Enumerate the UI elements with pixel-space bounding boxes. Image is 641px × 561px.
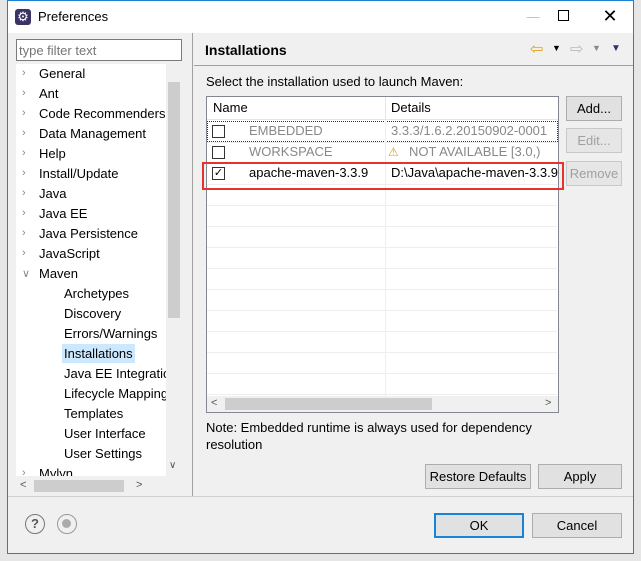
page-title: Installations xyxy=(205,42,287,58)
tree-item[interactable]: Discovery xyxy=(64,304,121,324)
tree-item[interactable]: User Interface xyxy=(64,424,146,444)
grid-line xyxy=(207,226,557,227)
grid-line xyxy=(207,268,557,269)
row-checkbox[interactable] xyxy=(212,125,225,138)
forward-arrow-icon[interactable]: ⇨ xyxy=(570,39,583,59)
tree-item[interactable]: User Settings xyxy=(64,444,142,464)
column-header-details[interactable]: Details xyxy=(391,98,431,118)
filter-input[interactable] xyxy=(16,39,182,61)
scroll-left-icon[interactable]: < xyxy=(20,479,26,491)
view-menu-icon[interactable]: ▼ xyxy=(611,43,621,54)
grid-line xyxy=(207,205,557,206)
tree-item[interactable]: Data Management xyxy=(39,124,146,144)
tree-item[interactable]: Help xyxy=(39,144,66,164)
add-button[interactable]: Add... xyxy=(566,96,622,121)
scroll-thumb[interactable] xyxy=(225,398,432,410)
grid-line xyxy=(207,289,557,290)
window-title: Preferences xyxy=(38,9,109,24)
scroll-thumb[interactable] xyxy=(34,480,124,492)
scroll-right-icon[interactable]: > xyxy=(545,397,551,409)
column-header-name[interactable]: Name xyxy=(213,98,248,118)
installations-table: Name Details EMBEDDED 3.3.3/1.6.2.2015090… xyxy=(206,96,559,413)
forward-menu-chevron-icon[interactable]: ▼ xyxy=(592,43,601,53)
tree-item[interactable]: Ant xyxy=(39,84,59,104)
grid-line xyxy=(207,373,557,374)
footer-divider xyxy=(8,496,633,497)
collapsed-chevron-icon[interactable]: › xyxy=(22,247,26,259)
collapsed-chevron-icon[interactable]: › xyxy=(22,67,26,79)
collapsed-chevron-icon[interactable]: › xyxy=(22,187,26,199)
table-row[interactable]: EMBEDDED 3.3.3/1.6.2.20150902-0001 xyxy=(207,121,558,142)
title-bar: ⚙ Preferences — ✕ xyxy=(8,1,633,33)
grid-line xyxy=(207,352,557,353)
panel-divider[interactable] xyxy=(192,33,193,496)
collapsed-chevron-icon[interactable]: › xyxy=(22,227,26,239)
tree-item[interactable]: Mylyn xyxy=(39,464,73,476)
maximize-button[interactable] xyxy=(558,10,569,21)
tree-horizontal-scrollbar[interactable]: < > xyxy=(16,478,182,494)
grid-line xyxy=(207,142,557,143)
warning-icon: ⚠ xyxy=(388,145,399,159)
installation-details: NOT AVAILABLE [3.0,) xyxy=(409,144,541,159)
tree-item[interactable]: Lifecycle Mapping xyxy=(64,384,168,404)
grid-line xyxy=(207,247,557,248)
collapsed-chevron-icon[interactable]: › xyxy=(22,107,26,119)
collapsed-chevron-icon[interactable]: › xyxy=(22,147,26,159)
minimize-button[interactable]: — xyxy=(518,5,548,29)
cancel-button[interactable]: Cancel xyxy=(532,513,622,538)
tree-item[interactable]: Templates xyxy=(64,404,123,424)
tree-vertical-scrollbar[interactable]: ∨ xyxy=(166,64,182,476)
table-horizontal-scrollbar[interactable]: < > xyxy=(207,396,558,412)
collapsed-chevron-icon[interactable]: › xyxy=(22,127,26,139)
grid-line xyxy=(207,310,557,311)
tree-item[interactable]: Java EE xyxy=(39,204,87,224)
expanded-chevron-icon[interactable]: ∨ xyxy=(22,267,30,280)
restore-defaults-button[interactable]: Restore Defaults xyxy=(425,464,531,489)
note-text: Note: Embedded runtime is always used fo… xyxy=(206,420,532,452)
edit-button[interactable]: Edit... xyxy=(566,128,622,153)
scroll-left-icon[interactable]: < xyxy=(211,397,217,409)
remove-button[interactable]: Remove xyxy=(566,161,622,186)
tree-item[interactable]: General xyxy=(39,64,85,84)
installation-name: WORKSPACE xyxy=(249,144,333,159)
close-button[interactable]: ✕ xyxy=(598,3,622,29)
apply-button[interactable]: Apply xyxy=(538,464,622,489)
ok-button[interactable]: OK xyxy=(434,513,524,538)
tree-item[interactable]: Install/Update xyxy=(39,164,119,184)
collapsed-chevron-icon[interactable]: › xyxy=(22,167,26,179)
installation-name: EMBEDDED xyxy=(249,123,323,138)
back-arrow-icon[interactable]: ⇦ xyxy=(530,39,543,59)
table-header: Name Details xyxy=(207,97,558,120)
grid-line xyxy=(207,394,557,395)
tree-item[interactable]: Java xyxy=(39,184,66,204)
tree-item[interactable]: Errors/Warnings xyxy=(64,324,157,344)
eclipse-gear-icon: ⚙ xyxy=(15,9,31,25)
record-macro-icon[interactable] xyxy=(57,514,77,534)
help-icon[interactable]: ? xyxy=(25,514,45,534)
highlight-box xyxy=(202,162,564,190)
row-checkbox[interactable] xyxy=(212,146,225,159)
back-menu-chevron-icon[interactable]: ▼ xyxy=(552,43,561,53)
tree-item[interactable]: Java EE Integration xyxy=(64,364,174,384)
collapsed-chevron-icon[interactable]: › xyxy=(22,467,26,476)
collapsed-chevron-icon[interactable]: › xyxy=(22,87,26,99)
preferences-tree: › General › Ant › Code Recommenders › Data Mana… xyxy=(16,64,174,476)
preferences-dialog: ⚙ Preferences — ✕ › General › Ant › Code Reco… xyxy=(7,0,634,554)
scroll-down-icon[interactable]: ∨ xyxy=(169,460,176,471)
page-description: Select the installation used to launch M… xyxy=(206,74,464,89)
tree-item[interactable]: Maven xyxy=(39,264,78,284)
tree-item[interactable]: Installations xyxy=(62,344,135,363)
tree-item[interactable]: JavaScript xyxy=(39,244,100,264)
collapsed-chevron-icon[interactable]: › xyxy=(22,207,26,219)
installation-details: 3.3.3/1.6.2.20150902-0001 xyxy=(391,123,548,138)
scroll-right-icon[interactable]: > xyxy=(136,479,142,491)
tree-item[interactable]: Java Persistence xyxy=(39,224,138,244)
grid-line xyxy=(207,331,557,332)
scroll-thumb[interactable] xyxy=(168,82,180,318)
table-row[interactable]: WORKSPACE ⚠ NOT AVAILABLE [3.0,) xyxy=(207,142,558,163)
tree-item[interactable]: Archetypes xyxy=(64,284,129,304)
tree-item[interactable]: Code Recommenders xyxy=(39,104,165,124)
